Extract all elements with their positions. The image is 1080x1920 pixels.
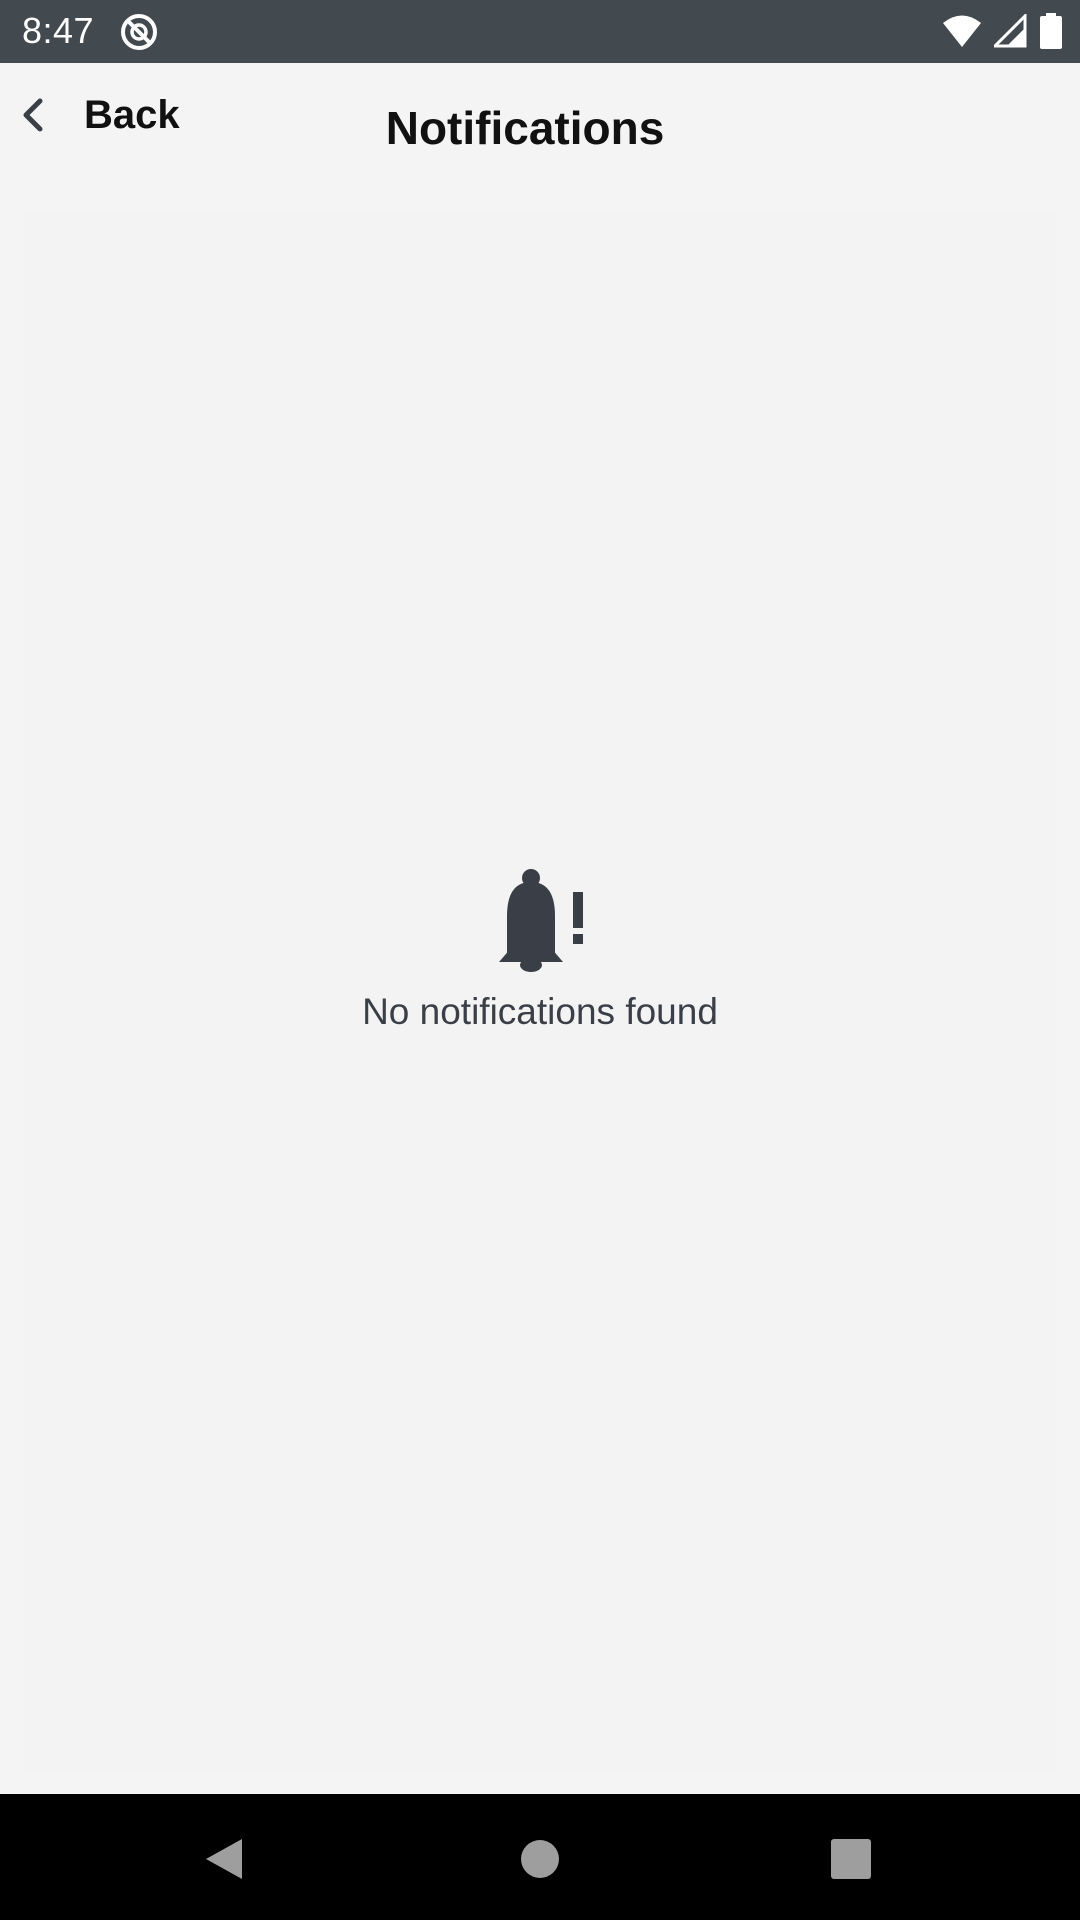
system-nav-bar (0, 1794, 1080, 1920)
app-bar: Back Notifications (0, 63, 1080, 173)
battery-icon (1040, 13, 1062, 49)
bell-alert-icon (499, 869, 583, 972)
back-triangle-icon[interactable] (196, 1827, 256, 1887)
status-icons (942, 13, 1062, 49)
status-time: 8:47 (22, 10, 95, 51)
empty-state: No notifications found (0, 862, 1080, 1034)
page-title: Notifications (385, 102, 665, 154)
app-notification-icon (121, 14, 157, 50)
cellular-signal-icon (994, 14, 1027, 48)
wifi-icon (943, 15, 981, 47)
status-bar: 8:47 (0, 0, 1080, 63)
home-circle-icon[interactable] (510, 1827, 570, 1887)
recents-square-icon[interactable] (820, 1827, 880, 1887)
empty-message: No notifications found (362, 991, 718, 1032)
